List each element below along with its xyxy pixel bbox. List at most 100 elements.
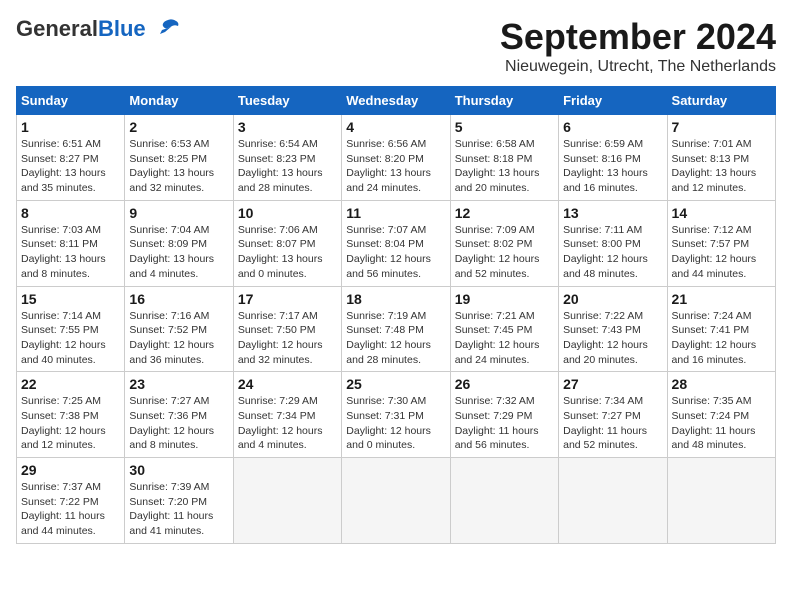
day-number: 22 — [21, 376, 120, 392]
calendar-cell: 28 Sunrise: 7:35 AMSunset: 7:24 PMDayligh… — [667, 372, 775, 458]
calendar-cell: 9 Sunrise: 7:04 AMSunset: 8:09 PMDaylight… — [125, 200, 233, 286]
calendar-cell: 4Sunrise: 6:56 AMSunset: 8:20 PMDaylight… — [342, 115, 450, 201]
weekday-header-thursday: Thursday — [450, 87, 558, 115]
day-info: Sunrise: 7:37 AMSunset: 7:22 PMDaylight:… — [21, 480, 120, 539]
day-info: Sunrise: 7:29 AMSunset: 7:34 PMDaylight:… — [238, 394, 337, 453]
weekday-header-sunday: Sunday — [17, 87, 125, 115]
calendar-cell — [559, 458, 667, 544]
calendar-cell: 11 Sunrise: 7:07 AMSunset: 8:04 PMDayligh… — [342, 200, 450, 286]
calendar-cell: 20Sunrise: 7:22 AMSunset: 7:43 PMDayligh… — [559, 286, 667, 372]
day-number: 19 — [455, 291, 554, 307]
day-number: 23 — [129, 376, 228, 392]
calendar-cell: 13 Sunrise: 7:11 AMSunset: 8:00 PMDayligh… — [559, 200, 667, 286]
day-info: Sunrise: 7:14 AMSunset: 7:55 PMDaylight:… — [21, 309, 120, 368]
day-number: 16 — [129, 291, 228, 307]
calendar-cell: 27 Sunrise: 7:34 AMSunset: 7:27 PMDayligh… — [559, 372, 667, 458]
day-info: Sunrise: 7:19 AMSunset: 7:48 PMDaylight:… — [346, 309, 445, 368]
calendar-cell — [450, 458, 558, 544]
weekday-header-row: SundayMondayTuesdayWednesdayThursdayFrid… — [17, 87, 776, 115]
calendar-cell — [342, 458, 450, 544]
day-info: Sunrise: 7:24 AMSunset: 7:41 PMDaylight:… — [672, 309, 771, 368]
day-info: Sunrise: 6:54 AMSunset: 8:23 PMDaylight:… — [238, 137, 337, 196]
day-info: Sunrise: 7:06 AMSunset: 8:07 PMDaylight:… — [238, 223, 337, 282]
day-number: 3 — [238, 119, 337, 135]
day-number: 21 — [672, 291, 771, 307]
calendar-cell — [667, 458, 775, 544]
week-row-1: 1 Sunrise: 6:51 AMSunset: 8:27 PMDaylight… — [17, 115, 776, 201]
day-info: Sunrise: 7:03 AMSunset: 8:11 PMDaylight:… — [21, 223, 120, 282]
calendar-cell: 25 Sunrise: 7:30 AMSunset: 7:31 PMDayligh… — [342, 372, 450, 458]
calendar-cell: 16 Sunrise: 7:16 AMSunset: 7:52 PMDayligh… — [125, 286, 233, 372]
day-number: 7 — [672, 119, 771, 135]
calendar-cell: 23 Sunrise: 7:27 AMSunset: 7:36 PMDayligh… — [125, 372, 233, 458]
day-number: 6 — [563, 119, 662, 135]
day-info: Sunrise: 7:32 AMSunset: 7:29 PMDaylight:… — [455, 394, 554, 453]
week-row-5: 29 Sunrise: 7:37 AMSunset: 7:22 PMDayligh… — [17, 458, 776, 544]
day-info: Sunrise: 6:59 AMSunset: 8:16 PMDaylight:… — [563, 137, 662, 196]
calendar-cell: 19 Sunrise: 7:21 AMSunset: 7:45 PMDayligh… — [450, 286, 558, 372]
logo-text: GeneralBlue — [16, 16, 146, 42]
day-info: Sunrise: 7:09 AMSunset: 8:02 PMDaylight:… — [455, 223, 554, 282]
day-number: 18 — [346, 291, 445, 307]
day-number: 15 — [21, 291, 120, 307]
day-info: Sunrise: 7:21 AMSunset: 7:45 PMDaylight:… — [455, 309, 554, 368]
calendar-cell: 14 Sunrise: 7:12 AMSunset: 7:57 PMDayligh… — [667, 200, 775, 286]
calendar-cell: 24 Sunrise: 7:29 AMSunset: 7:34 PMDayligh… — [233, 372, 341, 458]
day-number: 25 — [346, 376, 445, 392]
day-number: 14 — [672, 205, 771, 221]
day-info: Sunrise: 7:27 AMSunset: 7:36 PMDaylight:… — [129, 394, 228, 453]
day-number: 13 — [563, 205, 662, 221]
day-info: Sunrise: 7:04 AMSunset: 8:09 PMDaylight:… — [129, 223, 228, 282]
calendar-cell: 15 Sunrise: 7:14 AMSunset: 7:55 PMDayligh… — [17, 286, 125, 372]
day-info: Sunrise: 6:58 AMSunset: 8:18 PMDaylight:… — [455, 137, 554, 196]
weekday-header-monday: Monday — [125, 87, 233, 115]
day-number: 12 — [455, 205, 554, 221]
week-row-3: 15 Sunrise: 7:14 AMSunset: 7:55 PMDayligh… — [17, 286, 776, 372]
calendar: SundayMondayTuesdayWednesdayThursdayFrid… — [16, 86, 776, 544]
week-row-2: 8Sunrise: 7:03 AMSunset: 8:11 PMDaylight… — [17, 200, 776, 286]
day-info: Sunrise: 7:25 AMSunset: 7:38 PMDaylight:… — [21, 394, 120, 453]
day-number: 26 — [455, 376, 554, 392]
day-info: Sunrise: 7:16 AMSunset: 7:52 PMDaylight:… — [129, 309, 228, 368]
day-info: Sunrise: 7:11 AMSunset: 8:00 PMDaylight:… — [563, 223, 662, 282]
day-info: Sunrise: 7:39 AMSunset: 7:20 PMDaylight:… — [129, 480, 228, 539]
calendar-cell: 10Sunrise: 7:06 AMSunset: 8:07 PMDayligh… — [233, 200, 341, 286]
calendar-cell: 5Sunrise: 6:58 AMSunset: 8:18 PMDaylight… — [450, 115, 558, 201]
day-info: Sunrise: 7:12 AMSunset: 7:57 PMDaylight:… — [672, 223, 771, 282]
day-number: 20 — [563, 291, 662, 307]
calendar-cell: 6 Sunrise: 6:59 AMSunset: 8:16 PMDaylight… — [559, 115, 667, 201]
calendar-cell: 26 Sunrise: 7:32 AMSunset: 7:29 PMDayligh… — [450, 372, 558, 458]
calendar-cell: 29 Sunrise: 7:37 AMSunset: 7:22 PMDayligh… — [17, 458, 125, 544]
day-info: Sunrise: 7:01 AMSunset: 8:13 PMDaylight:… — [672, 137, 771, 196]
day-number: 29 — [21, 462, 120, 478]
calendar-cell: 8Sunrise: 7:03 AMSunset: 8:11 PMDaylight… — [17, 200, 125, 286]
day-info: Sunrise: 6:56 AMSunset: 8:20 PMDaylight:… — [346, 137, 445, 196]
calendar-cell — [233, 458, 341, 544]
calendar-cell: 7 Sunrise: 7:01 AMSunset: 8:13 PMDaylight… — [667, 115, 775, 201]
day-number: 11 — [346, 205, 445, 221]
day-number: 2 — [129, 119, 228, 135]
day-number: 17 — [238, 291, 337, 307]
day-number: 30 — [129, 462, 228, 478]
logo: GeneralBlue — [16, 16, 180, 42]
calendar-cell: 2 Sunrise: 6:53 AMSunset: 8:25 PMDaylight… — [125, 115, 233, 201]
day-number: 9 — [129, 205, 228, 221]
day-number: 1 — [21, 119, 120, 135]
day-info: Sunrise: 7:30 AMSunset: 7:31 PMDaylight:… — [346, 394, 445, 453]
day-info: Sunrise: 7:35 AMSunset: 7:24 PMDaylight:… — [672, 394, 771, 453]
day-info: Sunrise: 7:34 AMSunset: 7:27 PMDaylight:… — [563, 394, 662, 453]
day-info: Sunrise: 6:51 AMSunset: 8:27 PMDaylight:… — [21, 137, 120, 196]
day-number: 24 — [238, 376, 337, 392]
calendar-cell: 1 Sunrise: 6:51 AMSunset: 8:27 PMDaylight… — [17, 115, 125, 201]
title-area: September 2024 Nieuwegein, Utrecht, The … — [500, 16, 776, 76]
day-info: Sunrise: 7:07 AMSunset: 8:04 PMDaylight:… — [346, 223, 445, 282]
calendar-cell: 12 Sunrise: 7:09 AMSunset: 8:02 PMDayligh… — [450, 200, 558, 286]
weekday-header-friday: Friday — [559, 87, 667, 115]
day-number: 27 — [563, 376, 662, 392]
weekday-header-wednesday: Wednesday — [342, 87, 450, 115]
calendar-cell: 17Sunrise: 7:17 AMSunset: 7:50 PMDayligh… — [233, 286, 341, 372]
day-info: Sunrise: 6:53 AMSunset: 8:25 PMDaylight:… — [129, 137, 228, 196]
calendar-cell: 3 Sunrise: 6:54 AMSunset: 8:23 PMDaylight… — [233, 115, 341, 201]
day-number: 28 — [672, 376, 771, 392]
calendar-cell: 21 Sunrise: 7:24 AMSunset: 7:41 PMDayligh… — [667, 286, 775, 372]
